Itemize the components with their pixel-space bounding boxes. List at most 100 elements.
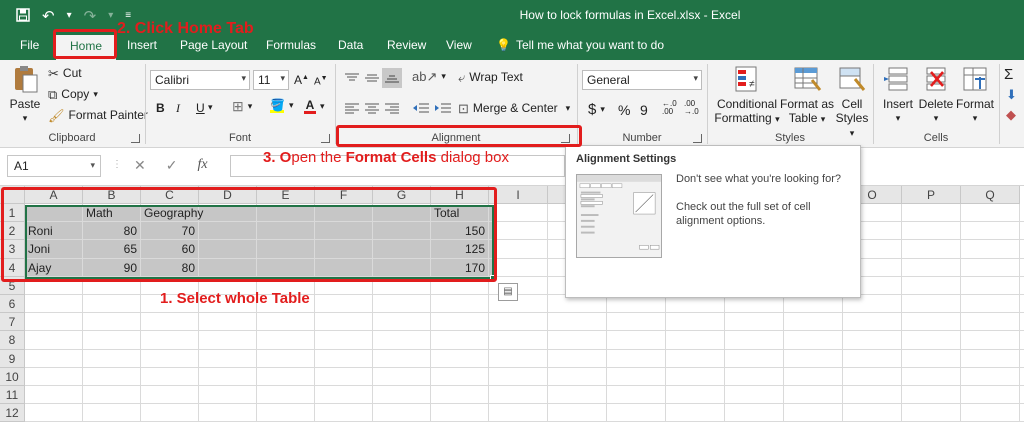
wrap-text-button[interactable]: ⤶ Wrap Text [458, 70, 523, 84]
chevron-down-icon: ▾ [775, 114, 780, 124]
annotation-step-3-bold: Format Cells [345, 149, 437, 166]
redo-icon[interactable]: ↷ [84, 9, 97, 24]
format-painter-button[interactable]: 🖌 Format Painter [48, 108, 148, 122]
align-right-icon[interactable] [384, 102, 400, 114]
format-as-table-icon [794, 67, 822, 91]
decrease-indent-icon[interactable] [412, 102, 430, 114]
paste-button[interactable]: Paste ▾ [6, 64, 44, 125]
row-header-8[interactable]: 8 [0, 331, 25, 350]
row-header-10[interactable]: 10 [0, 367, 25, 386]
underline-button[interactable]: U [196, 101, 205, 115]
delete-cells-button[interactable]: Delete ▾ [916, 64, 956, 125]
tab-data[interactable]: Data [338, 38, 363, 52]
tab-formulas[interactable]: Formulas [266, 38, 316, 52]
row-header-7[interactable]: 7 [0, 313, 25, 332]
increase-decimal-button[interactable]: ←.0.00 [662, 100, 677, 116]
currency-label: $ [588, 101, 597, 118]
clipboard-group: Paste ▾ ✂ Cut ⧉ Copy ▾ 🖌 Format Painter … [0, 60, 148, 148]
tab-view[interactable]: View [446, 38, 472, 52]
gridline [25, 403, 1024, 405]
align-center-icon[interactable] [364, 102, 380, 114]
fill-color-button[interactable]: 🪣 ▾ [270, 98, 293, 113]
wrap-text-label: Wrap Text [469, 70, 523, 84]
chevron-down-icon: ▾ [441, 71, 446, 81]
increase-font-button[interactable]: A▲ [294, 73, 309, 87]
column-header-q[interactable]: Q [961, 186, 1020, 204]
row-header-12[interactable]: 12 [0, 404, 25, 422]
copy-icon: ⧉ [48, 86, 58, 102]
bold-button[interactable]: B [156, 101, 165, 115]
font-color-button[interactable]: A ▾ [304, 98, 325, 114]
cancel-icon[interactable]: ✕ [134, 157, 146, 174]
increase-font-icon: A▲ [294, 73, 309, 87]
number-format-value: General [587, 73, 630, 87]
tab-file[interactable]: File [20, 38, 39, 52]
cut-label: Cut [62, 66, 82, 80]
undo-icon[interactable]: ↶ [42, 9, 55, 24]
percent-button[interactable]: % [618, 102, 630, 118]
insert-function-icon[interactable]: fx [197, 157, 207, 174]
align-bottom-button[interactable] [382, 68, 402, 88]
formula-bar: A1 ▾ ⋮ ✕ ✓ fx [0, 148, 1024, 186]
format-cells-button[interactable]: Format ▾ [954, 64, 996, 125]
conditional-formatting-button[interactable]: ≠ Conditional Formatting ▾ [712, 64, 782, 126]
copy-button[interactable]: ⧉ Copy ▾ [48, 87, 98, 101]
svg-text:≠: ≠ [749, 79, 755, 90]
save-icon[interactable] [16, 7, 30, 25]
align-middle-icon[interactable] [364, 72, 380, 84]
merge-center-button[interactable]: ⊡ Merge & Center ▾ [458, 101, 570, 115]
chevron-down-icon: ▾ [247, 100, 253, 111]
quick-analysis-icon[interactable]: ▤ [498, 283, 518, 301]
comma-button[interactable]: 9 [640, 102, 648, 118]
row-header-6[interactable]: 6 [0, 295, 25, 314]
tooltip-line-1: Don't see what you're looking for? [676, 173, 842, 185]
align-left-icon[interactable] [344, 102, 360, 114]
align-top-icon[interactable] [344, 72, 360, 84]
font-name-value: Calibri [155, 73, 190, 87]
increase-decimal-icon: ←.0.00 [662, 99, 677, 116]
autosum-button[interactable]: Σ [1004, 66, 1013, 83]
row-header-9[interactable]: 9 [0, 349, 25, 368]
tell-me-box[interactable]: 💡 Tell me what you want to do [496, 38, 664, 52]
number-format-combo[interactable]: General ▾ [582, 70, 702, 90]
gridline [25, 385, 1024, 386]
tooltip-title: Alignment Settings [576, 153, 677, 165]
cut-button[interactable]: ✂ Cut [48, 66, 82, 80]
font-launcher-icon[interactable] [321, 134, 330, 143]
cell-styles-button[interactable]: Cell Styles ▾ [832, 64, 872, 140]
chevron-down-icon: ▾ [90, 160, 95, 170]
increase-indent-icon[interactable] [434, 102, 452, 114]
conditional-formatting-label: Conditional [716, 97, 778, 111]
redo-dropdown-icon[interactable]: ▾ [108, 11, 113, 21]
row-header-11[interactable]: 11 [0, 386, 25, 405]
enter-icon[interactable]: ✓ [166, 157, 178, 174]
format-cells-label: Format [955, 97, 994, 111]
undo-dropdown-icon[interactable]: ▾ [67, 11, 72, 21]
decrease-font-button[interactable]: A▼ [314, 75, 328, 87]
column-header-p[interactable]: P [902, 186, 961, 204]
fill-button[interactable]: ⬇ [1006, 88, 1017, 101]
name-box[interactable]: A1 ▾ [7, 155, 101, 177]
font-name-combo[interactable]: Calibri ▾ [150, 70, 250, 90]
currency-button[interactable]: $ ▾ [588, 101, 605, 118]
column-header-i[interactable]: I [489, 186, 548, 204]
underline-dropdown-icon[interactable]: ▾ [208, 102, 213, 113]
format-as-table-button[interactable]: Format as Table ▾ [780, 64, 834, 126]
insert-cells-button[interactable]: Insert ▾ [878, 64, 918, 125]
tab-insert[interactable]: Insert [127, 38, 157, 52]
italic-button[interactable]: I [176, 101, 180, 116]
scissors-icon: ✂ [48, 65, 59, 81]
table-selection-highlight [1, 187, 497, 282]
clipboard-launcher-icon[interactable] [131, 134, 140, 143]
annotation-step-2: 2. Click Home Tab [117, 20, 254, 37]
orientation-button[interactable]: ab↗ ▾ [412, 70, 446, 83]
tab-review[interactable]: Review [387, 38, 426, 52]
borders-button[interactable]: ⊞ ▾ [232, 99, 252, 113]
annotation-step-3-suffix: dialog box [436, 149, 509, 166]
font-size-combo[interactable]: 11 ▾ [253, 70, 289, 90]
number-launcher-icon[interactable] [693, 134, 702, 143]
decrease-decimal-button[interactable]: .00 →.0 [684, 100, 699, 116]
tab-page-layout[interactable]: Page Layout [180, 38, 247, 52]
clear-button[interactable]: ◆ [1006, 108, 1016, 121]
format-as-table-label-2: Table [788, 111, 818, 125]
